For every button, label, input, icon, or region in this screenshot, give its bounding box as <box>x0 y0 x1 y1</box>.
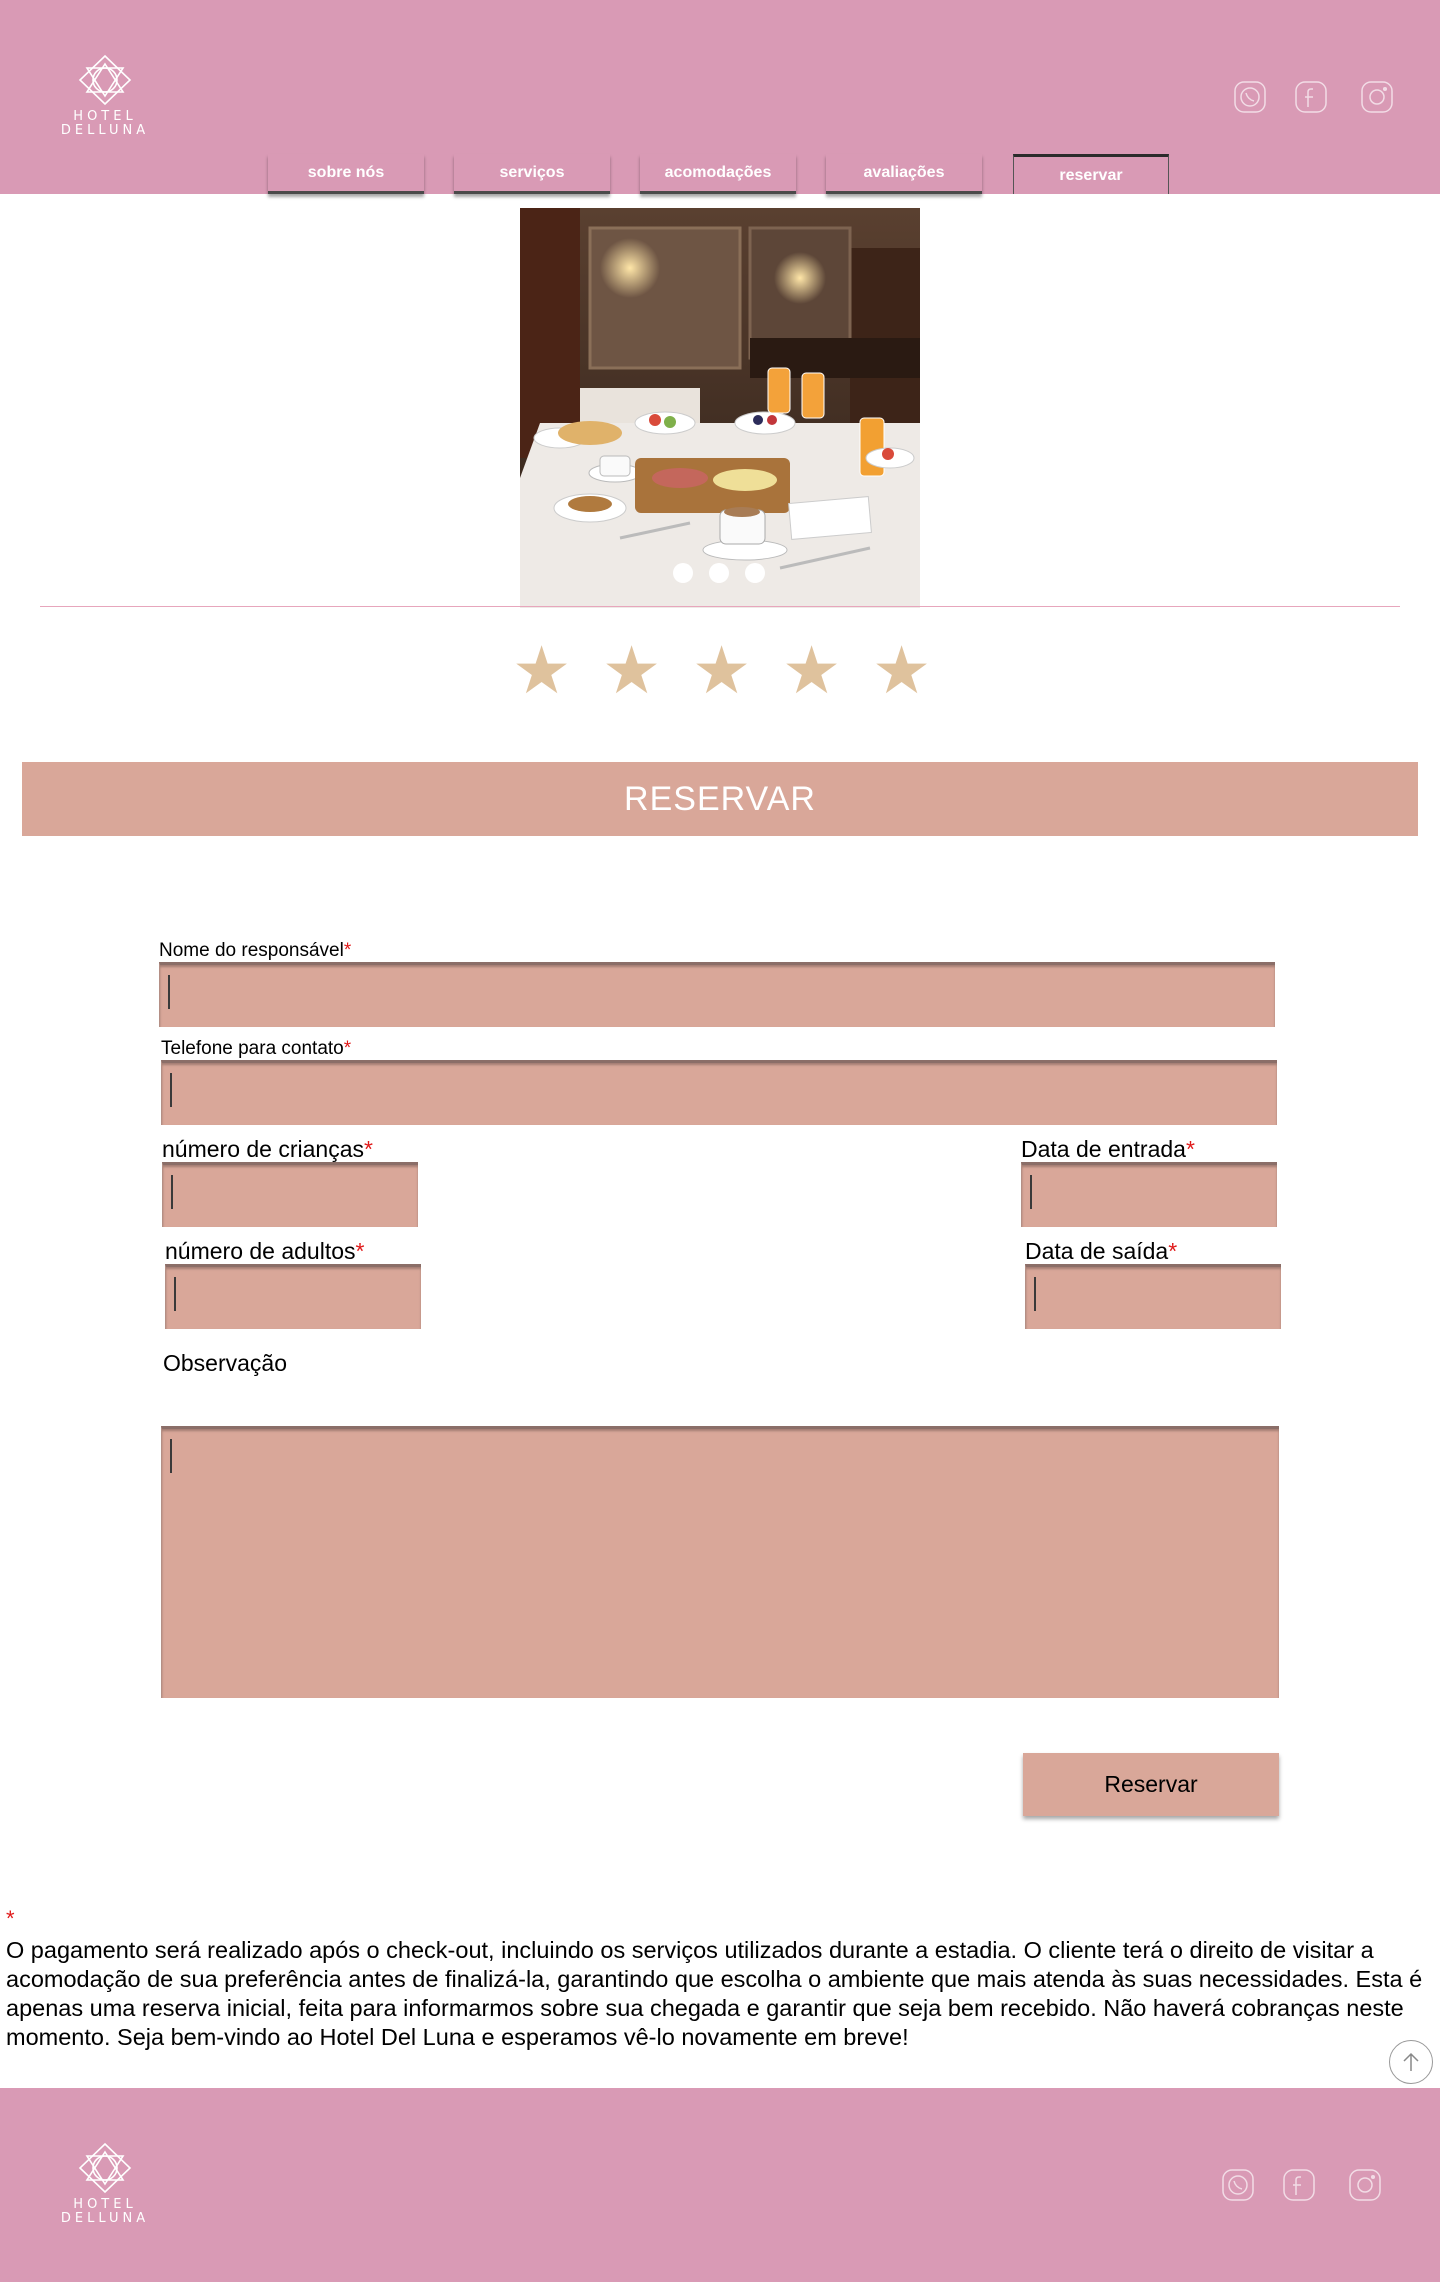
required-mark: * <box>1168 1238 1178 1264</box>
children-label: número de crianças* <box>162 1136 373 1162</box>
logo-emblem-icon <box>78 2142 132 2194</box>
text-caret <box>170 1439 172 1473</box>
whatsapp-icon[interactable] <box>1233 80 1267 114</box>
submit-reservation-button[interactable]: Reservar <box>1023 1753 1279 1816</box>
phone-label: Telefone para contato* <box>161 1038 352 1059</box>
phone-input[interactable] <box>161 1060 1277 1125</box>
site-footer: HOTEL DELLUNA <box>0 2088 1440 2282</box>
children-count-input[interactable] <box>162 1162 418 1227</box>
responsible-name-input[interactable] <box>159 962 1275 1027</box>
checkin-label: Data de entrada* <box>1021 1136 1195 1162</box>
hotel-logo[interactable]: HOTEL DELLUNA <box>50 50 160 150</box>
checkout-date-input[interactable] <box>1025 1264 1281 1329</box>
footer-hotel-logo[interactable]: HOTEL DELLUNA <box>50 2138 160 2238</box>
rating-star-icon: ★ <box>512 633 572 707</box>
logo-text-hotel: HOTEL <box>73 109 137 124</box>
carousel-dot-2[interactable] <box>709 563 729 583</box>
section-divider <box>40 606 1400 607</box>
logo-text-hotel: HOTEL <box>73 2197 137 2212</box>
breakfast-table-photo <box>520 208 920 608</box>
rating-star-icon: ★ <box>872 633 932 707</box>
text-caret <box>1030 1175 1032 1209</box>
facebook-icon[interactable] <box>1282 2168 1316 2202</box>
rating-star-icon: ★ <box>782 633 842 707</box>
carousel-dot-3[interactable] <box>745 563 765 583</box>
whatsapp-icon[interactable] <box>1221 2168 1255 2202</box>
logo-text-delluna: DELLUNA <box>60 2211 150 2226</box>
logo-text-delluna: DELLUNA <box>60 123 150 138</box>
text-caret <box>1034 1277 1036 1311</box>
required-mark: * <box>343 940 352 961</box>
text-caret <box>170 1073 172 1107</box>
facebook-icon[interactable] <box>1294 80 1328 114</box>
tab-avaliacoes[interactable]: avaliações <box>826 154 982 194</box>
text-caret <box>168 975 170 1009</box>
payment-note: O pagamento será realizado após o check-… <box>6 1937 1423 2050</box>
adults-label: número de adultos* <box>165 1238 365 1264</box>
instagram-icon[interactable] <box>1360 80 1394 114</box>
text-caret <box>171 1175 173 1209</box>
notes-textarea[interactable] <box>161 1426 1279 1698</box>
responsible-label: Nome do responsável* <box>159 940 352 961</box>
logo-emblem-icon <box>78 54 132 106</box>
required-mark: * <box>364 1136 373 1162</box>
section-title: RESERVAR <box>22 762 1418 836</box>
checkin-date-input[interactable] <box>1021 1162 1277 1227</box>
carousel-dot-1[interactable] <box>673 563 693 583</box>
rating-star-icon: ★ <box>692 633 752 707</box>
arrow-up-icon <box>1403 2052 1419 2071</box>
required-mark: * <box>355 1238 365 1264</box>
checkout-label: Data de saída* <box>1025 1238 1178 1264</box>
tab-acomodacoes[interactable]: acomodações <box>640 154 796 194</box>
tab-reservar[interactable]: reservar <box>1013 154 1169 194</box>
instagram-icon[interactable] <box>1348 2168 1382 2202</box>
notes-label: Observação <box>163 1350 288 1376</box>
tab-servicos[interactable]: serviços <box>454 154 610 194</box>
rating-star-icon: ★ <box>602 633 662 707</box>
back-to-top-button[interactable] <box>1389 2040 1433 2084</box>
tab-sobre-nos[interactable]: sobre nós <box>268 154 424 194</box>
adults-count-input[interactable] <box>165 1264 421 1329</box>
required-mark: * <box>343 1038 352 1059</box>
required-mark: * <box>1185 1136 1195 1162</box>
note-required-mark: * <box>6 1906 15 1931</box>
carousel-image[interactable] <box>520 208 920 608</box>
text-caret <box>174 1277 176 1311</box>
